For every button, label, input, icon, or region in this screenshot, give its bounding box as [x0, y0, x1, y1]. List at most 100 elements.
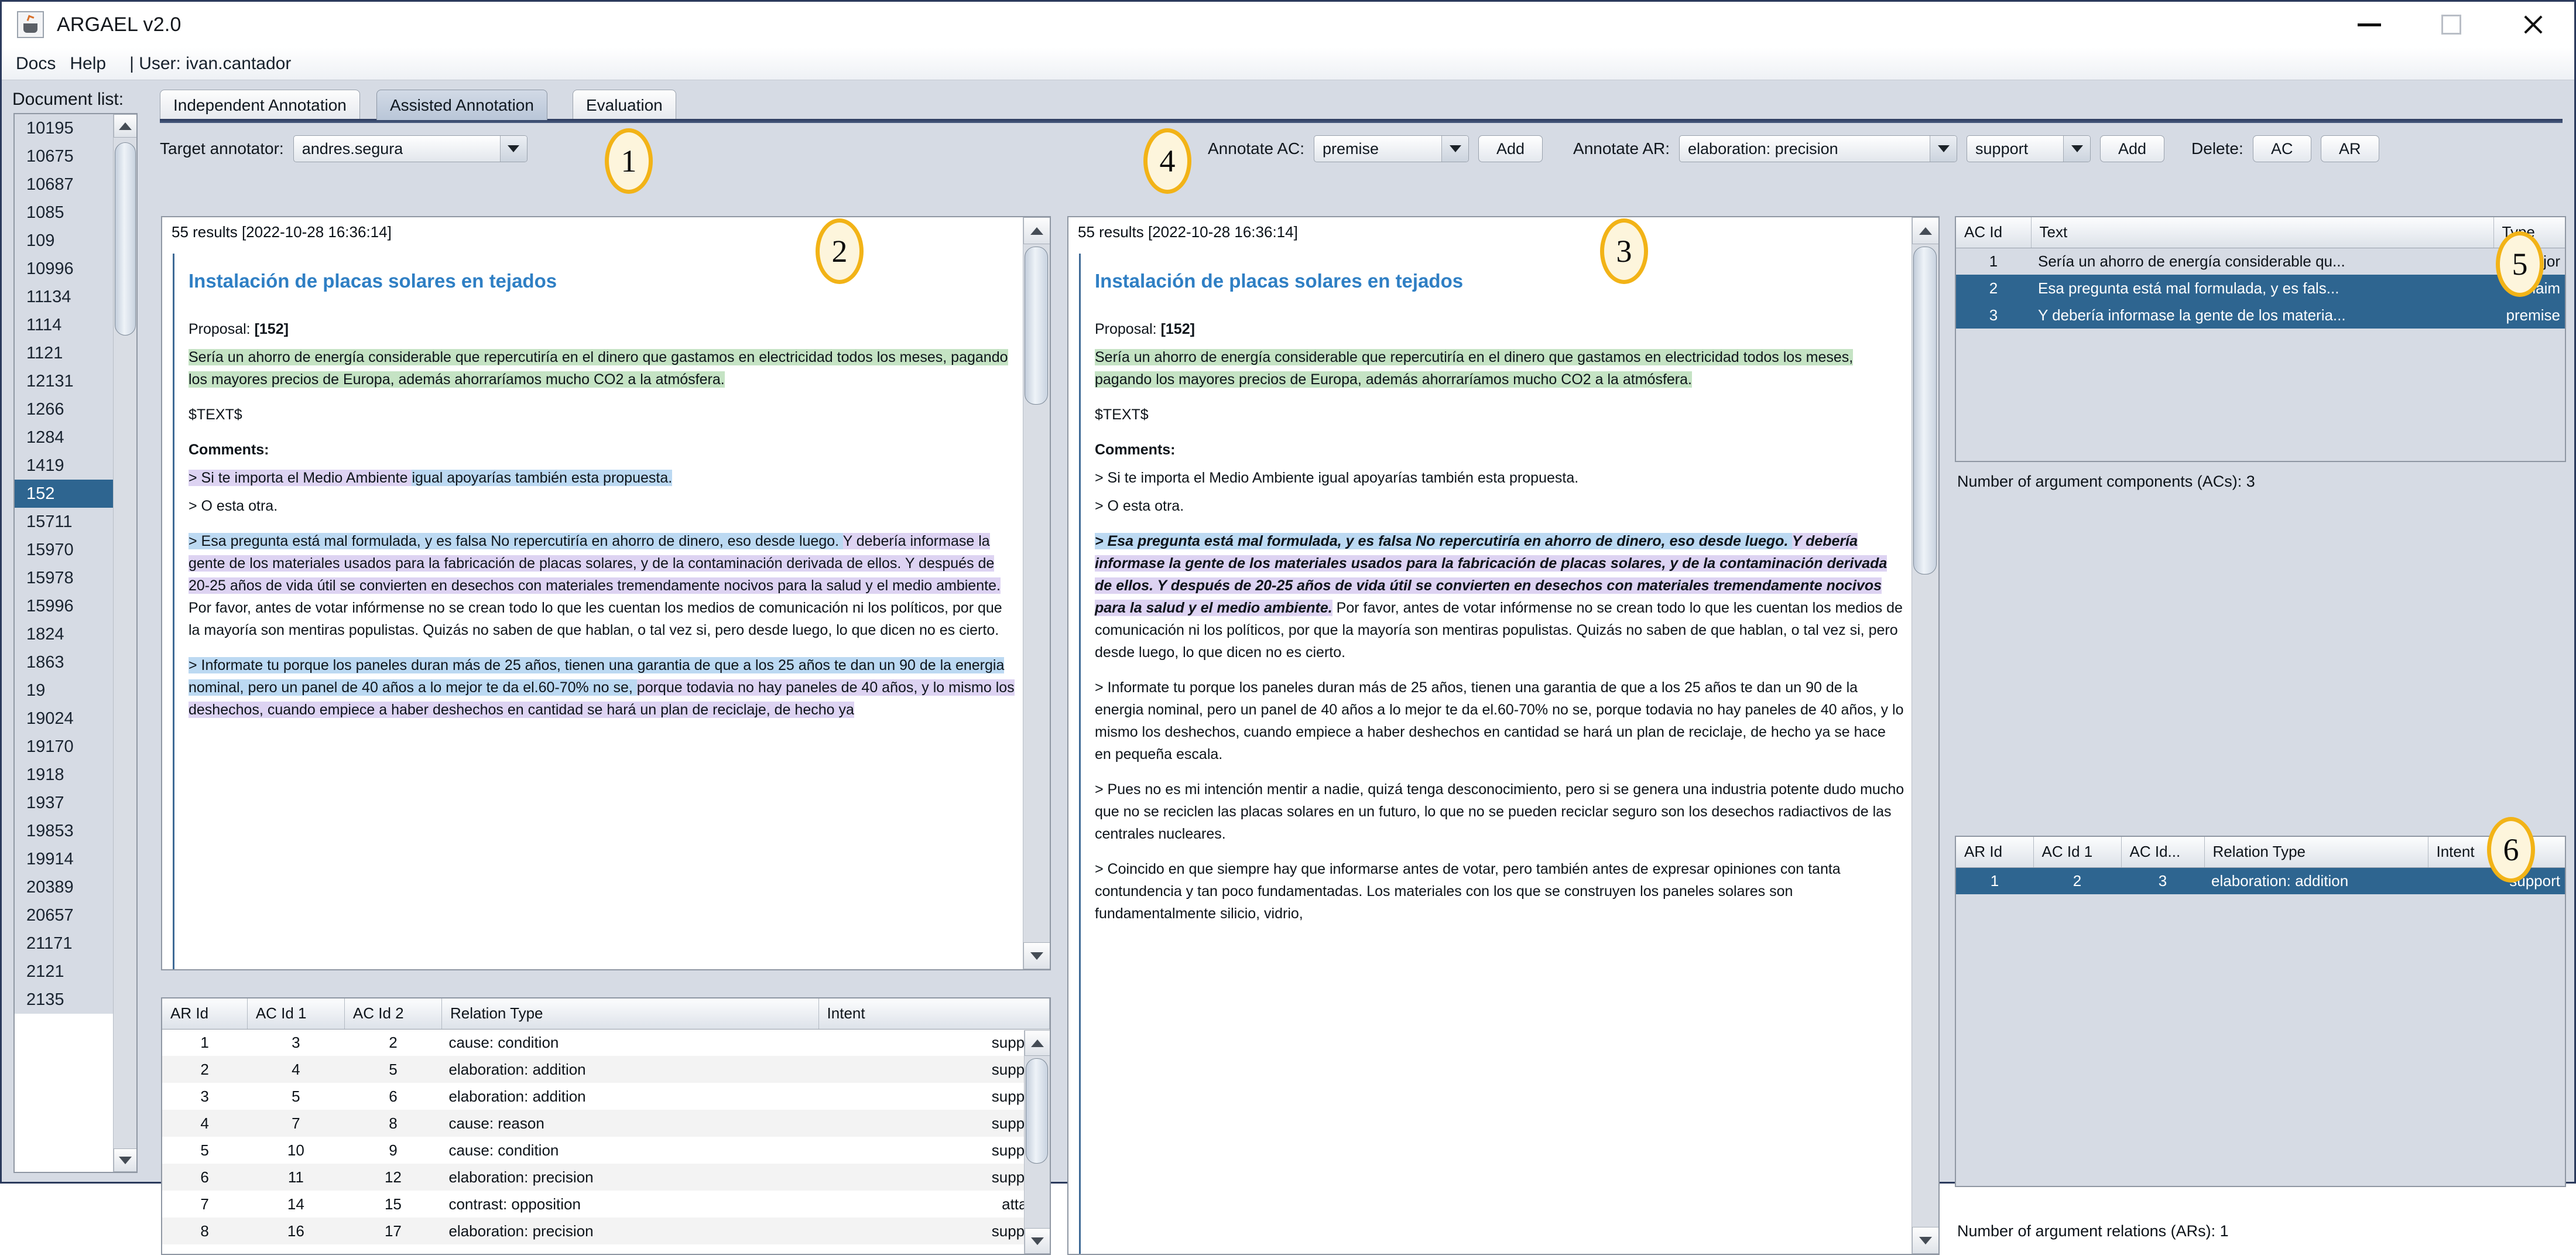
table-row[interactable]: 4 7 8 cause: reason support	[162, 1110, 1050, 1137]
left-comment-2[interactable]: > O esta otra.	[189, 495, 1016, 517]
document-list-item[interactable]: 15996	[15, 592, 113, 620]
right-comment-6[interactable]: > Coincido en que siempre hay que inform…	[1095, 858, 1904, 925]
table-row[interactable]: 2 4 5 elaboration: addition support	[162, 1056, 1050, 1083]
document-list-item[interactable]: 11134	[15, 283, 113, 311]
document-list-item[interactable]: 1863	[15, 648, 113, 676]
document-list-item[interactable]: 19914	[15, 845, 113, 873]
col-ar-id[interactable]: AR Id	[162, 998, 248, 1030]
scroll-down-button[interactable]	[1025, 1228, 1050, 1254]
scroll-down-button[interactable]	[114, 1148, 136, 1172]
table-row[interactable]: 3 5 6 elaboration: addition support	[162, 1083, 1050, 1110]
col-ac-id-2[interactable]: AC Id 2	[344, 998, 442, 1030]
document-list-item[interactable]: 12131	[15, 367, 113, 395]
table-row[interactable]: 6 11 12 elaboration: precision support	[162, 1164, 1050, 1191]
chevron-down-icon[interactable]	[499, 136, 527, 162]
col-ac-id-1[interactable]: AC Id 1	[2033, 837, 2122, 868]
right-comment-5[interactable]: > Pues no es mi intención mentir a nadie…	[1095, 778, 1904, 845]
scrollbar-thumb[interactable]	[1026, 1058, 1048, 1164]
document-list[interactable]: 10195 10675 10687 1085 109 10996 11134 1114 1121…	[13, 113, 138, 1173]
col-ar-id[interactable]: AR Id	[1956, 837, 2034, 868]
document-list-item[interactable]: 10996	[15, 255, 113, 283]
annotate-ar-type-select[interactable]: elaboration: precision	[1679, 135, 1958, 162]
col-intent[interactable]: Intent	[818, 998, 1050, 1030]
document-list-scrollbar[interactable]	[113, 114, 136, 1172]
document-list-item[interactable]: 21171	[15, 929, 113, 958]
document-list-item[interactable]: 1114	[15, 311, 113, 339]
document-list-item[interactable]: 20389	[15, 873, 113, 901]
tab-evaluation[interactable]: Evaluation	[573, 90, 676, 120]
scroll-down-button[interactable]	[1912, 1227, 1938, 1254]
chevron-down-icon[interactable]	[1930, 136, 1957, 162]
document-list-item[interactable]: 10675	[15, 142, 113, 170]
col-relation-type[interactable]: Relation Type	[2204, 837, 2428, 868]
target-annotator-select[interactable]: andres.segura	[293, 135, 527, 162]
right-comment-3[interactable]: > Esa pregunta está mal formulada, y es …	[1095, 530, 1904, 664]
document-list-item[interactable]: 15711	[15, 508, 113, 536]
delete-ar-button[interactable]: AR	[2320, 135, 2379, 162]
document-list-item[interactable]: 1824	[15, 620, 113, 648]
document-list-item[interactable]: 1419	[15, 452, 113, 480]
col-ac-id-2[interactable]: AC Id...	[2121, 837, 2205, 868]
scroll-up-button[interactable]	[1912, 217, 1938, 244]
document-list-item[interactable]: 20657	[15, 901, 113, 929]
table-row[interactable]: 5 10 9 cause: condition support	[162, 1137, 1050, 1164]
left-ar-table[interactable]: AR Id AC Id 1 AC Id 2 Relation Type Inte…	[161, 997, 1051, 1255]
document-list-item[interactable]: 19170	[15, 733, 113, 761]
table-row[interactable]: 1 Sería un ahorro de energía considerable…	[1956, 248, 2565, 275]
scroll-up-button[interactable]	[1023, 217, 1050, 244]
delete-ac-button[interactable]: AC	[2252, 135, 2311, 162]
menu-item-help[interactable]: Help	[56, 54, 106, 74]
col-ac-id-1[interactable]: AC Id 1	[247, 998, 345, 1030]
document-list-item[interactable]: 19853	[15, 817, 113, 845]
table-row[interactable]: 3Y debería informase la gente de los mat…	[1956, 302, 2565, 329]
chevron-down-icon[interactable]	[2063, 136, 2091, 162]
tab-independent-annotation[interactable]: Independent Annotation	[160, 90, 360, 120]
left-document-panel[interactable]: 55 results [2022-10-28 16:36:14] Instala…	[161, 216, 1051, 970]
document-list-item[interactable]: 1918	[15, 761, 113, 789]
document-list-item[interactable]: 1121	[15, 339, 113, 367]
document-list-item[interactable]: 1937	[15, 789, 113, 817]
document-list-item[interactable]: 1266	[15, 395, 113, 423]
scroll-up-button[interactable]	[114, 114, 136, 138]
col-ac-id[interactable]: AC Id	[1956, 217, 2032, 248]
right-comment-2[interactable]: > O esta otra.	[1095, 495, 1904, 517]
tab-assisted-annotation[interactable]: Assisted Annotation	[376, 90, 547, 120]
ac-table[interactable]: AC Id Text Type 1 Sería un ahorro de ener…	[1955, 216, 2566, 462]
document-list-item[interactable]: 10687	[15, 170, 113, 199]
annotate-ar-intent-select[interactable]: support	[1967, 135, 2091, 162]
left-proposal-text[interactable]: Sería un ahorro de energía considerable …	[189, 346, 1016, 391]
document-list-item[interactable]: 1085	[15, 199, 113, 227]
right-document-scrollbar[interactable]	[1912, 217, 1938, 1254]
col-text[interactable]: Text	[2031, 217, 2494, 248]
right-document-panel[interactable]: 55 results [2022-10-28 16:36:14] Instala…	[1067, 216, 1940, 1255]
document-list-item[interactable]: 15970	[15, 536, 113, 564]
minimize-button[interactable]	[2328, 2, 2410, 47]
col-relation-type[interactable]: Relation Type	[441, 998, 819, 1030]
table-row[interactable]: 1 3 2 cause: condition support	[162, 1029, 1050, 1056]
document-list-item[interactable]: 109	[15, 227, 113, 255]
table-row[interactable]: 7 14 15 contrast: opposition attack	[162, 1191, 1050, 1218]
left-comment-4[interactable]: > Informate tu porque los paneles duran …	[189, 654, 1016, 721]
add-ar-button[interactable]: Add	[2100, 135, 2165, 162]
document-list-item[interactable]: 152	[15, 480, 113, 508]
table-row[interactable]: 2 Esa pregunta está mal formulada, y es f…	[1956, 275, 2565, 302]
close-button[interactable]	[2492, 2, 2574, 47]
left-comment-3[interactable]: > Esa pregunta está mal formulada, y es …	[189, 530, 1016, 641]
document-list-item[interactable]: 19024	[15, 705, 113, 733]
scroll-down-button[interactable]	[1023, 942, 1050, 969]
document-list-item[interactable]: 19	[15, 676, 113, 705]
scrollbar-thumb[interactable]	[1913, 247, 1937, 575]
left-document-scrollbar[interactable]	[1023, 217, 1050, 969]
document-list-item[interactable]: 15978	[15, 564, 113, 592]
right-comment-4[interactable]: > Informate tu porque los paneles duran …	[1095, 676, 1904, 765]
right-ar-table[interactable]: AR Id AC Id 1 AC Id... Relation Type Int…	[1955, 836, 2566, 1187]
maximize-button[interactable]	[2410, 2, 2492, 47]
document-list-item[interactable]: 1284	[15, 423, 113, 452]
add-ac-button[interactable]: Add	[1478, 135, 1543, 162]
table-row[interactable]: 8 16 17 elaboration: precision support	[162, 1218, 1050, 1244]
scrollbar-thumb[interactable]	[115, 142, 136, 336]
annotate-ac-select[interactable]: premise	[1314, 135, 1469, 162]
left-ar-table-scrollbar[interactable]	[1024, 1030, 1050, 1254]
scroll-up-button[interactable]	[1025, 1030, 1050, 1056]
document-list-item[interactable]: 2121	[15, 958, 113, 986]
